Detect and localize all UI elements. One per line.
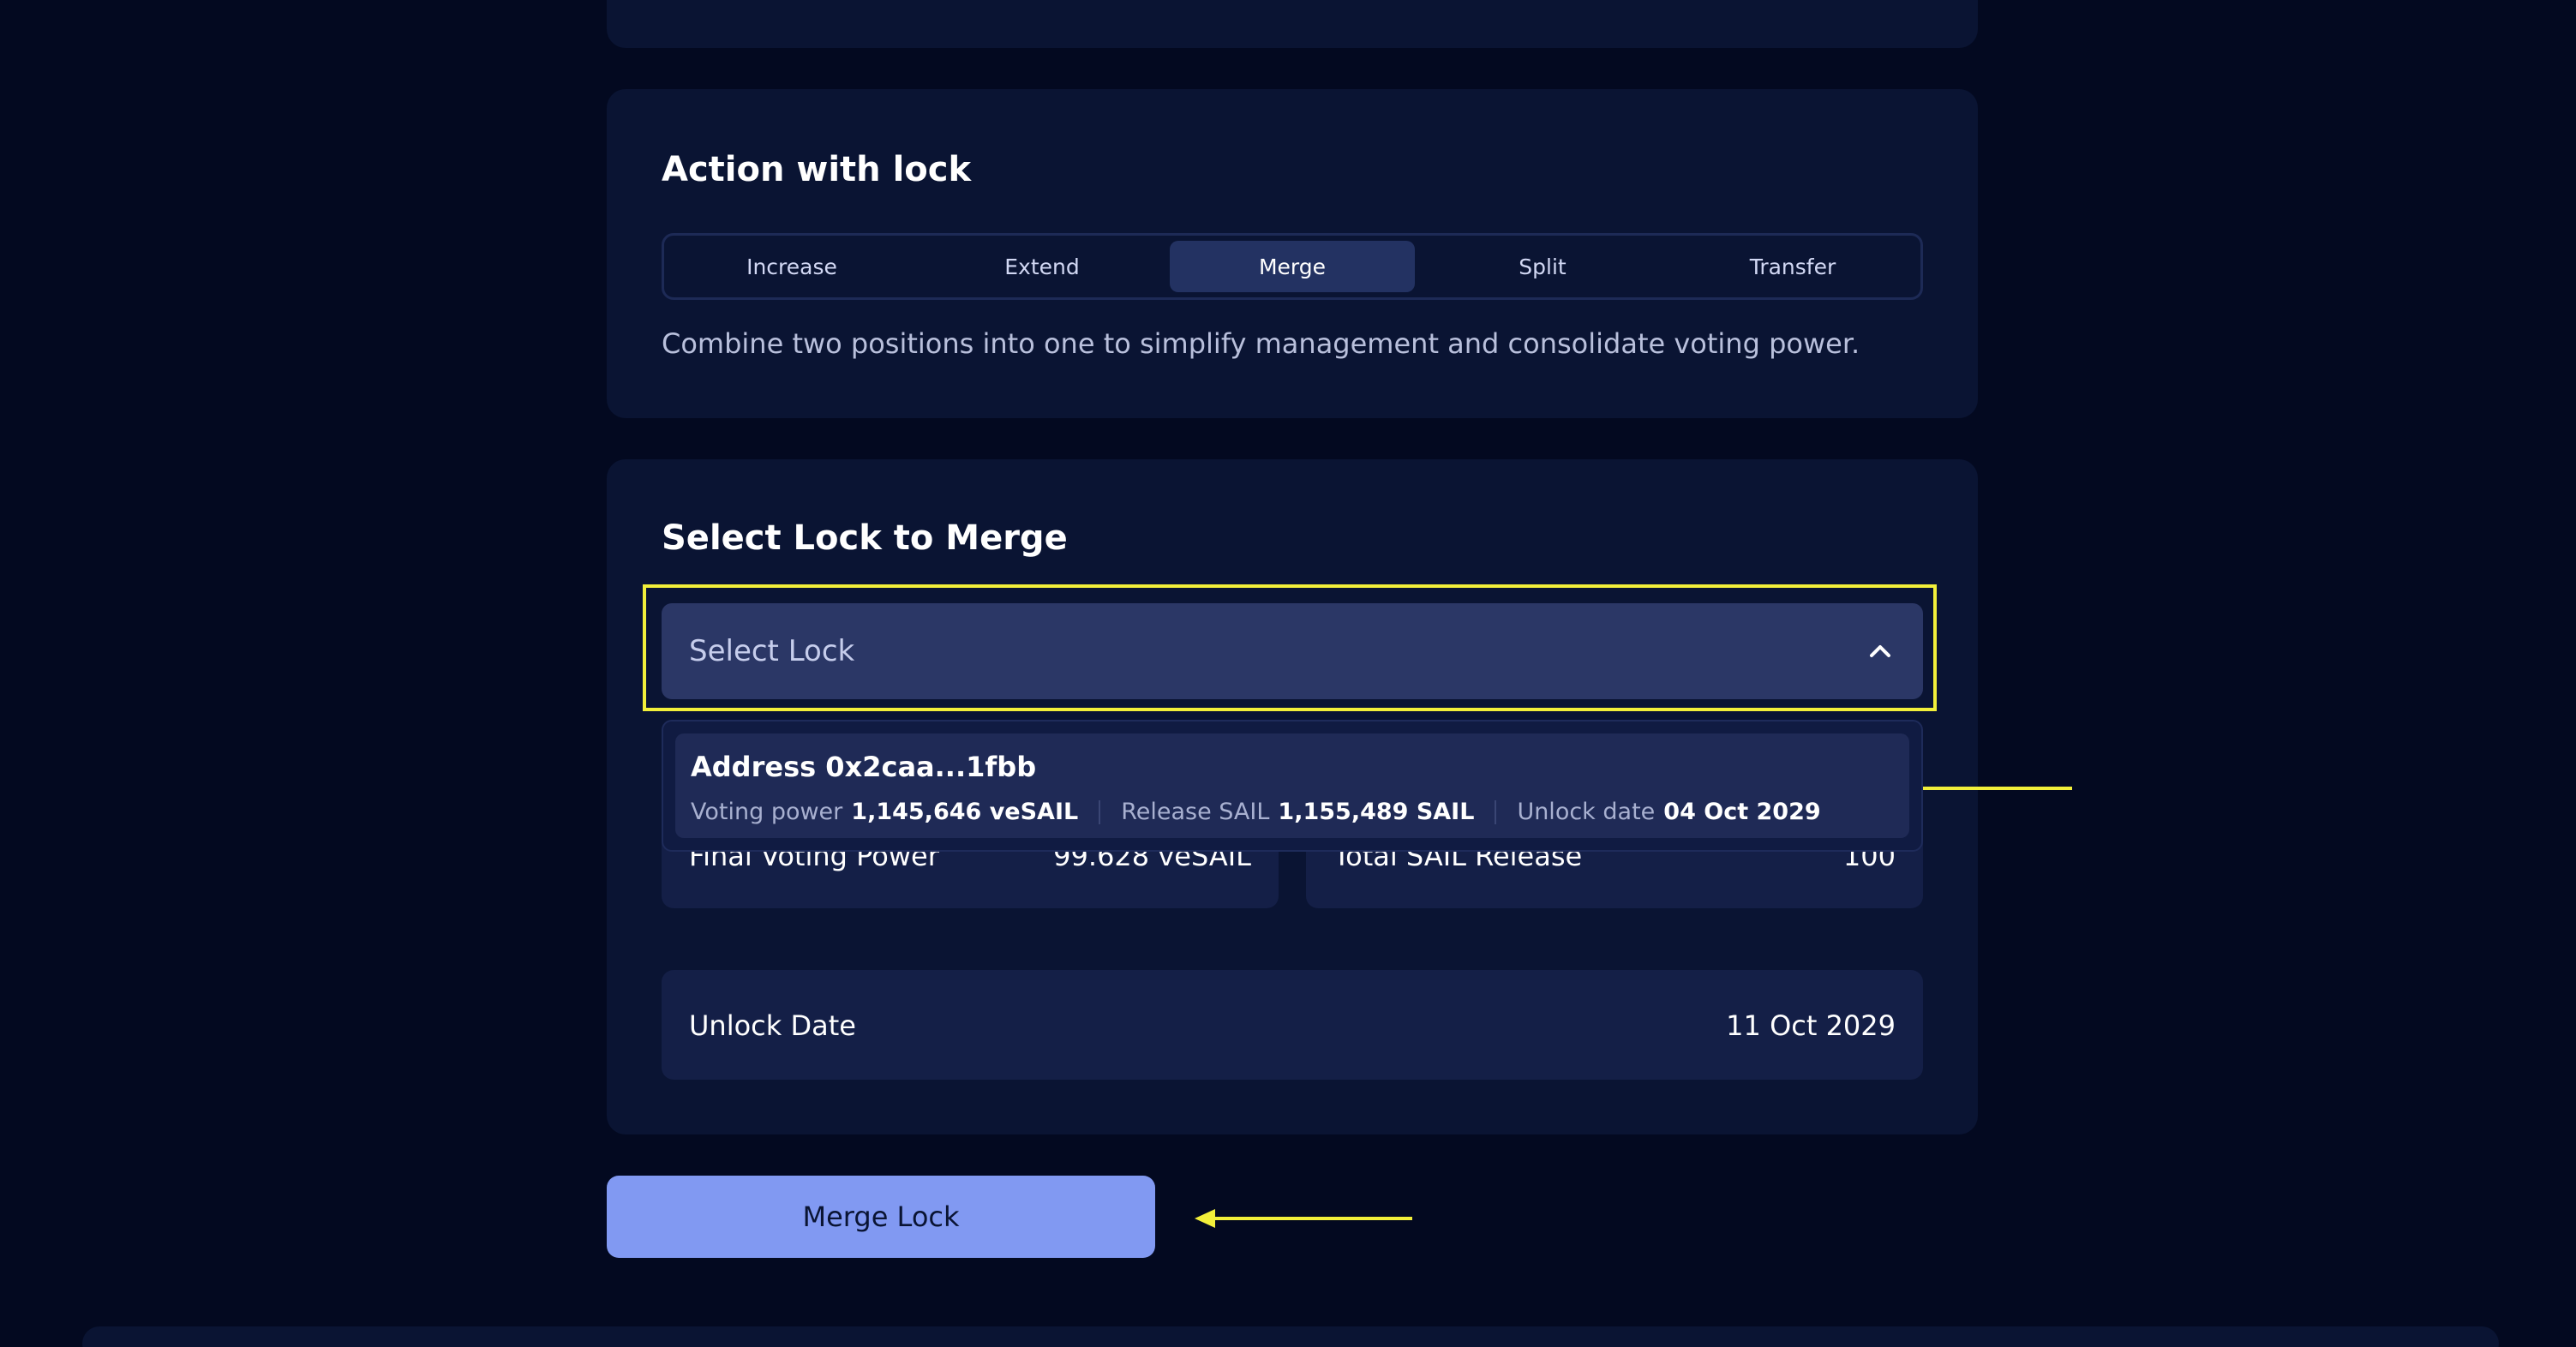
lock-option-meta: Voting power 1,145,646 veSAIL Release SA… [691, 799, 1821, 825]
annotation-highlight-box [643, 584, 1937, 711]
select-panel-title: Select Lock to Merge [662, 518, 1068, 558]
page: Action with lock Increase Extend Merge S… [0, 0, 2576, 1347]
merge-lock-button[interactable]: Merge Lock [607, 1176, 1155, 1258]
meta-divider [1099, 799, 1101, 824]
annotation-arrow-icon [1195, 1209, 1412, 1228]
release-sail-label: Release SAIL [1121, 799, 1270, 825]
lock-option[interactable]: Address 0x2caa...1fbb Voting power 1,145… [675, 733, 1909, 838]
unlock-date-card-value: 11 Oct 2029 [1726, 1009, 1896, 1042]
unlock-date-card: Unlock Date 11 Oct 2029 [662, 970, 1923, 1080]
voting-power-value: 1,145,646 veSAIL [851, 799, 1079, 825]
merge-description: Combine two positions into one to simpli… [662, 327, 1860, 360]
tab-merge[interactable]: Merge [1170, 241, 1415, 292]
bottom-panel [82, 1326, 2499, 1347]
tab-increase[interactable]: Increase [669, 241, 914, 292]
action-tabs: Increase Extend Merge Split Transfer [662, 233, 1923, 300]
lock-option-address: Address 0x2caa...1fbb [691, 751, 1037, 783]
lock-dropdown-menu: Address 0x2caa...1fbb Voting power 1,145… [662, 720, 1923, 852]
top-panel [607, 0, 1978, 48]
action-with-lock-panel: Action with lock Increase Extend Merge S… [607, 89, 1978, 418]
tab-transfer[interactable]: Transfer [1670, 241, 1915, 292]
action-panel-title: Action with lock [662, 150, 972, 189]
unlock-date-value: 04 Oct 2029 [1663, 799, 1821, 825]
select-lock-panel: Select Lock to Merge Select Lock Address… [607, 459, 1978, 1134]
voting-power-label: Voting power [691, 799, 843, 825]
tab-extend[interactable]: Extend [920, 241, 1165, 292]
release-sail-value: 1,155,489 SAIL [1278, 799, 1475, 825]
unlock-date-label: Unlock date [1517, 799, 1656, 825]
tab-split[interactable]: Split [1420, 241, 1665, 292]
unlock-date-card-label: Unlock Date [689, 1009, 856, 1042]
meta-divider [1495, 799, 1497, 824]
